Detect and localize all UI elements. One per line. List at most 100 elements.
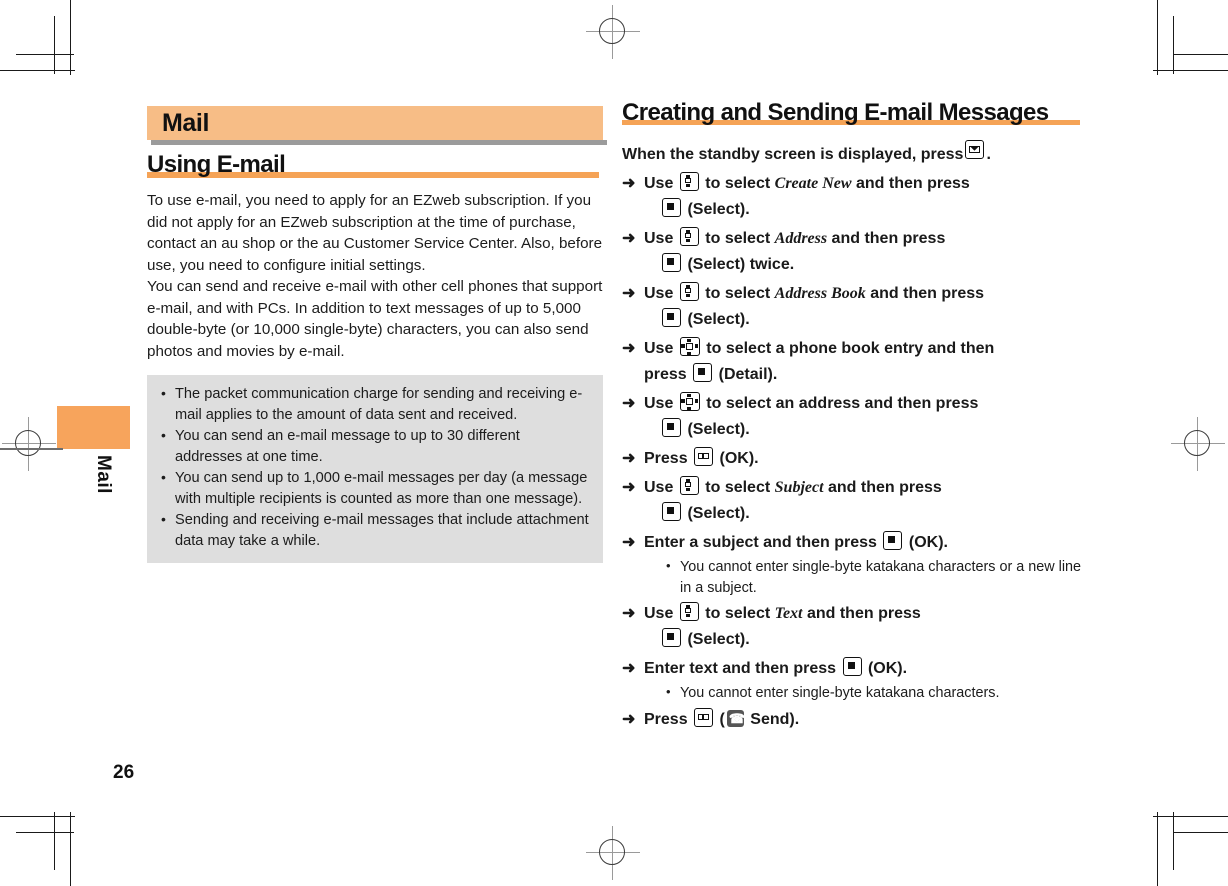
- crop-mark-bottom-right-inner-h: [1173, 832, 1228, 833]
- step-text: (Select).: [687, 631, 750, 649]
- step-text: (OK).: [719, 450, 759, 468]
- step-arrow-icon: ➜: [622, 230, 636, 248]
- notes-box: The packet communication charge for send…: [147, 375, 603, 564]
- step-arrow-icon: ➜: [622, 479, 636, 497]
- chapter-side-tab: [57, 406, 130, 449]
- crop-mark-top-right-v: [1157, 0, 1158, 75]
- select-key-icon: [662, 198, 681, 218]
- substep-list: You cannot enter single-byte katakana ch…: [644, 682, 1084, 704]
- step-text: and then press: [831, 230, 946, 248]
- step-emphasis: Text: [774, 605, 803, 623]
- section-heading-label: Using E-mail: [147, 151, 286, 178]
- notes-list: The packet communication charge for send…: [159, 383, 589, 551]
- step-text: and then press: [806, 605, 921, 623]
- step-text: to select: [705, 230, 771, 248]
- step-text: to select: [705, 285, 771, 303]
- section-heading-creating-sending: Creating and Sending E-mail Messages: [622, 100, 1084, 125]
- step-text: Send).: [750, 710, 800, 728]
- crop-mark-top-left-inner-h: [16, 54, 74, 55]
- step-emphasis: Address: [774, 230, 828, 248]
- list-item: You can send an e-mail message to up to …: [159, 425, 589, 467]
- substep-list: You cannot enter single-byte katakana ch…: [644, 556, 1084, 598]
- crop-mark-bottom-left-inner-h: [16, 832, 74, 833]
- step-text: and then press: [870, 285, 985, 303]
- step-text: press: [644, 366, 687, 384]
- step-text: to select: [705, 175, 771, 193]
- intro-paragraph-2: You can send and receive e-mail with oth…: [147, 278, 603, 360]
- step-text: Enter text and then press: [644, 660, 837, 678]
- step-line2: press (Detail).: [644, 362, 1084, 388]
- step-arrow-icon: ➜: [622, 710, 636, 728]
- step-line2: (Select).: [644, 307, 1084, 333]
- step-arrow-icon: ➜: [622, 395, 636, 413]
- step-text: to select a phone book entry and then: [706, 340, 995, 358]
- procedure-lead-period: .: [986, 146, 991, 164]
- crop-mark-bottom-left-inner-v: [54, 812, 55, 870]
- registration-mark-bottom: [586, 826, 640, 880]
- registration-mark-right: [1171, 417, 1225, 471]
- step-text: Use: [644, 340, 674, 358]
- registration-mark-top: [586, 5, 640, 59]
- left-column: Mail Using E-mail To use e-mail, you nee…: [147, 106, 607, 564]
- step-text: and then press: [827, 479, 942, 497]
- select-key-icon: [662, 418, 681, 438]
- step-text: Enter a subject and then press: [644, 534, 877, 552]
- envelope-key-icon: [965, 140, 985, 160]
- procedure-step: ➜ Press (☎ Send).: [622, 707, 1084, 733]
- registration-mark-left: [2, 417, 56, 471]
- list-item: The packet communication charge for send…: [159, 383, 589, 425]
- step-text: to select: [705, 479, 771, 497]
- crop-mark-top-right-inner-v: [1173, 16, 1174, 74]
- section-heading-using-email: Using E-mail: [147, 151, 603, 179]
- step-text: Use: [644, 230, 674, 248]
- procedure-step: ➜ Use to select Create New and then pres…: [622, 171, 1084, 223]
- crop-mark-top-left-v: [70, 0, 71, 75]
- step-text: Use: [644, 605, 674, 623]
- updown-key-icon: [679, 172, 699, 192]
- step-text: to select an address and then press: [706, 395, 979, 413]
- procedure-step: ➜ Use to select Subject and then press (…: [622, 475, 1084, 527]
- procedure-step: ➜ Use to select Address Book and then pr…: [622, 281, 1084, 333]
- step-text: Use: [644, 395, 674, 413]
- procedure-step: ➜ Use to select Address and then press (…: [622, 226, 1084, 278]
- step-text: and then press: [855, 175, 970, 193]
- select-key-icon: [883, 531, 903, 551]
- crop-mark-bottom-left-v: [70, 812, 71, 886]
- procedure-step: ➜ Use to select a phone book entry and t…: [622, 336, 1084, 388]
- step-text: (Select).: [687, 421, 750, 439]
- step-arrow-icon: ➜: [622, 660, 636, 678]
- procedure-lead: When the standby screen is displayed, pr…: [622, 140, 1084, 166]
- list-item: Sending and receiving e-mail messages th…: [159, 509, 589, 551]
- step-emphasis: Subject: [774, 479, 824, 497]
- step-arrow-icon: ➜: [622, 450, 636, 468]
- fourway-key-icon: [679, 337, 700, 357]
- crop-mark-bottom-right-inner-v: [1173, 812, 1174, 870]
- send-icon: ☎: [726, 709, 744, 727]
- fourway-key-icon: [679, 392, 700, 412]
- step-text: (Select).: [687, 201, 750, 219]
- select-key-icon: [662, 502, 681, 522]
- step-text: Press: [644, 710, 688, 728]
- step-text: Press: [644, 450, 688, 468]
- right-column: Creating and Sending E-mail Messages Whe…: [622, 100, 1084, 736]
- procedure-step: ➜ Use to select Text and then press (Sel…: [622, 601, 1084, 653]
- list-item: You cannot enter single-byte katakana ch…: [666, 556, 1084, 598]
- crop-mark-bottom-left-h: [0, 816, 75, 817]
- procedure-lead-text: When the standby screen is displayed, pr…: [622, 146, 964, 164]
- step-text: (OK).: [867, 660, 908, 678]
- step-text: (Select).: [687, 311, 750, 329]
- crop-mark-bottom-right-v: [1157, 812, 1158, 886]
- step-arrow-icon: ➜: [622, 175, 636, 193]
- step-text: (Detail).: [718, 366, 778, 384]
- book-key-icon: [694, 707, 714, 727]
- updown-key-icon: [679, 227, 699, 247]
- section-heading-label-right: Creating and Sending E-mail Messages: [622, 99, 1049, 126]
- crop-mark-top-left-inner-v: [54, 16, 55, 74]
- step-text: (Select) twice.: [687, 256, 795, 274]
- step-text: (Select).: [687, 505, 750, 523]
- step-text: (: [719, 710, 725, 728]
- updown-key-icon: [679, 282, 699, 302]
- step-text: Use: [644, 175, 674, 193]
- updown-key-icon: [679, 476, 699, 496]
- intro-paragraph-1: To use e-mail, you need to apply for an …: [147, 192, 603, 274]
